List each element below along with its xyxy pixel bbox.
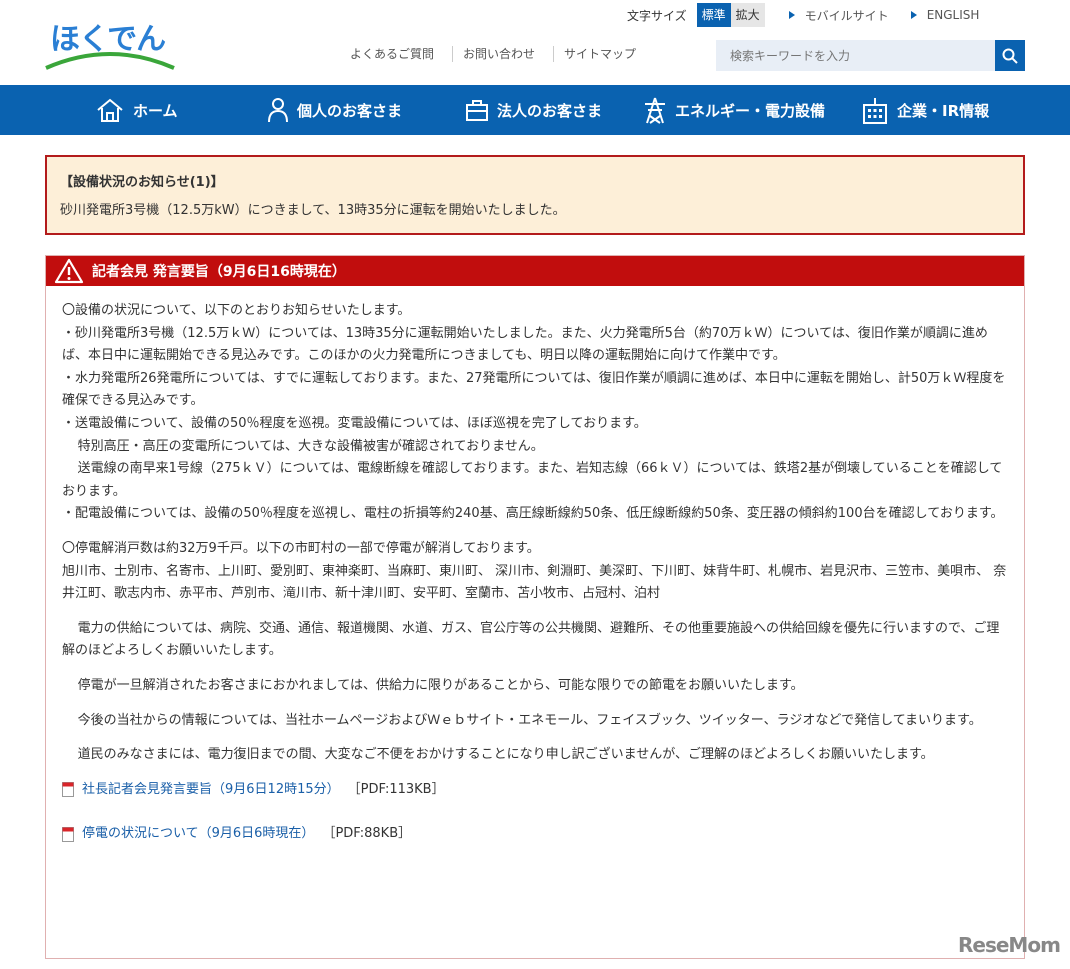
- person-icon: [268, 98, 288, 123]
- pdf-size: ［PDF:88KB］: [322, 826, 412, 842]
- press-conference-section: 記者会見 発言要旨（9月6日16時現在） 〇設備の状況について、以下のとおりお知…: [45, 255, 1025, 959]
- notice-body: 砂川発電所3号機（12.5万kW）につきまして、13時35分に運転を開始いたしま…: [60, 203, 566, 218]
- search-input[interactable]: [716, 40, 995, 71]
- pdf-icon: [62, 782, 74, 798]
- utility-bar: 文字サイズ 標準 拡大 モバイルサイト ENGLISH: [627, 3, 979, 27]
- building-icon: [863, 98, 887, 124]
- header-sublinks: よくあるご質問 お問い合わせ サイトマップ: [340, 46, 654, 62]
- faq-link[interactable]: よくあるご質問: [340, 46, 454, 62]
- triangle-right-icon: [910, 11, 917, 19]
- restore-title: 〇停電解消戸数は約32万9千戸。以下の市町村の一部で停電が解消しております。: [62, 540, 540, 556]
- nav-energy[interactable]: エネルギー・電力設備: [643, 85, 825, 135]
- nav-corporate[interactable]: 企業・IR情報: [861, 85, 989, 135]
- english-link[interactable]: ENGLISH: [910, 8, 980, 22]
- font-size-large-button[interactable]: 拡大: [730, 3, 765, 27]
- status-line: 特別高圧・高圧の変電所については、大きな設備被害が確認されておりません。: [77, 438, 544, 454]
- logo-arc-icon: [45, 52, 175, 70]
- info-paragraph: 今後の当社からの情報については、当社ホームページおよびＷｅｂサイト・エネモール、…: [77, 712, 982, 728]
- press-title: 記者会見 発言要旨（9月6日16時現在）: [92, 264, 346, 280]
- search-button[interactable]: [995, 40, 1025, 71]
- status-line: 送電線の南早来1号線（275ｋＶ）については、電線断線を確認しております。また、…: [62, 461, 1003, 499]
- status-line: ・送電設備について、設備の50％程度を巡視。変電設備については、ほぼ巡視を完了し…: [62, 415, 647, 431]
- pdf-link-outage-status[interactable]: 停電の状況について（9月6日6時現在） ［PDF:88KB］: [62, 823, 1011, 846]
- hokuden-logo[interactable]: ほくでん: [44, 14, 176, 72]
- mobile-site-link[interactable]: モバイルサイト: [788, 7, 889, 24]
- nav-home[interactable]: ホーム: [95, 85, 178, 135]
- pdf-link-label: 社長記者会見発言要旨（9月6日12時15分）: [82, 781, 340, 797]
- apology-paragraph: 道民のみなさまには、電力復旧までの間、大変なご不便をおかけすることになり申し訳ご…: [77, 747, 934, 763]
- nav-business-label: 法人のお客さま: [497, 101, 603, 120]
- font-size-label: 文字サイズ: [627, 8, 687, 23]
- status-line: ・水力発電所26発電所については、すでに運転しております。また、27発電所につい…: [62, 370, 1006, 409]
- global-nav: ホーム 個人のお客さま 法人のお客さま エネルギー・電力設備 企業・IR情報: [0, 85, 1070, 135]
- nav-home-label: ホーム: [133, 101, 178, 120]
- pdf-link-president-press[interactable]: 社長記者会見発言要旨（9月6日12時15分） ［PDF:113KB］: [62, 779, 1011, 802]
- power-tower-icon: [645, 97, 665, 124]
- pdf-size: ［PDF:113KB］: [347, 781, 445, 797]
- nav-personal[interactable]: 個人のお客さま: [267, 85, 402, 135]
- nav-corporate-label: 企業・IR情報: [897, 101, 990, 120]
- nav-energy-label: エネルギー・電力設備: [675, 101, 826, 120]
- briefcase-icon: [466, 100, 488, 121]
- status-line: 〇設備の状況について、以下のとおりお知らせいたします。: [62, 303, 411, 318]
- saving-paragraph: 停電が一旦解消されたお客さまにおかれましては、供給力に限りがあることから、可能な…: [77, 677, 804, 693]
- pdf-link-label: 停電の状況について（9月6日6時現在）: [82, 826, 315, 842]
- font-size-standard-button[interactable]: 標準: [696, 3, 731, 27]
- nav-business[interactable]: 法人のお客さま: [465, 85, 602, 135]
- press-body: 〇設備の状況について、以下のとおりお知らせいたします。 ・砂川発電所3号機（12…: [46, 286, 1024, 846]
- search-box: [716, 40, 1025, 71]
- pdf-icon: [62, 827, 74, 843]
- status-line: ・配電設備については、設備の50％程度を巡視し、電柱の折損等約240基、高圧線断…: [62, 506, 1004, 522]
- supply-paragraph: 電力の供給については、病院、交通、通信、報道機関、水道、ガス、官公庁等の公共機関…: [62, 620, 1000, 659]
- sitemap-link[interactable]: サイトマップ: [554, 46, 654, 62]
- search-icon: [1002, 48, 1018, 64]
- mobile-site-label: モバイルサイト: [804, 8, 889, 23]
- resemom-watermark: ReseMom: [958, 933, 1061, 957]
- english-label: ENGLISH: [926, 8, 980, 22]
- press-header: 記者会見 発言要旨（9月6日16時現在）: [46, 256, 1024, 286]
- warning-icon: [54, 258, 84, 284]
- triangle-right-icon: [788, 11, 795, 19]
- nav-personal-label: 個人のお客さま: [297, 101, 403, 120]
- equipment-notice: 【設備状況のお知らせ(1)】 砂川発電所3号機（12.5万kW）につきまして、1…: [45, 155, 1025, 235]
- notice-title: 【設備状況のお知らせ(1)】: [60, 175, 224, 190]
- contact-link[interactable]: お問い合わせ: [453, 46, 555, 62]
- site-header: ほくでん 文字サイズ 標準 拡大 モバイルサイト ENGLISH よくあるご質問…: [0, 0, 1070, 85]
- home-icon: [97, 98, 123, 122]
- status-line: ・砂川発電所3号機（12.5万ｋＷ）については、13時35分に運転開始いたしまし…: [62, 325, 988, 364]
- restore-list: 旭川市、士別市、名寄市、上川町、愛別町、東神楽町、当麻町、東川町、 深川市、剣淵…: [62, 563, 1007, 602]
